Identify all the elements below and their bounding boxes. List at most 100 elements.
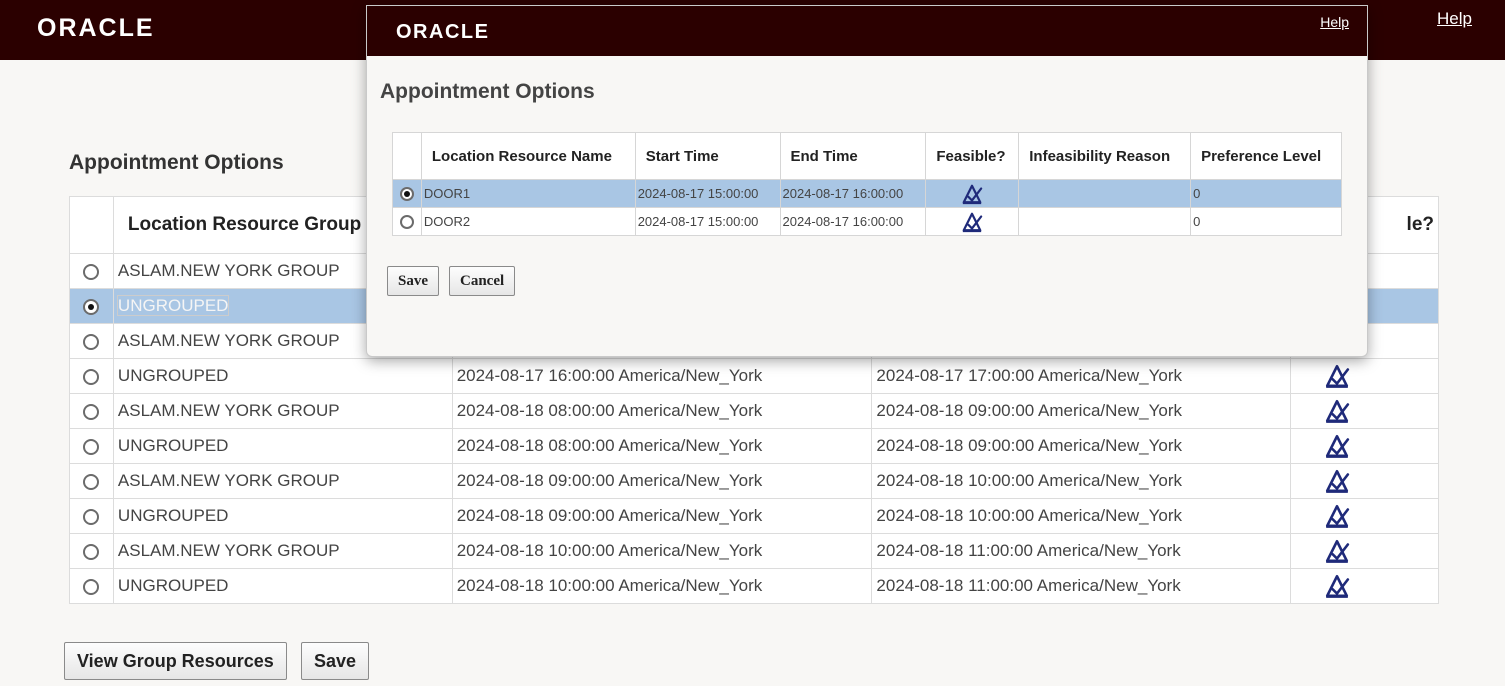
table-row[interactable]: ASLAM.NEW YORK GROUP 2024-08-18 09:00:00 … <box>69 463 1439 499</box>
feasible-icon <box>1325 539 1349 563</box>
table-row[interactable]: UNGROUPED 2024-08-18 09:00:00 America/New… <box>69 498 1439 534</box>
dialog-header-bar: ORACLE Help <box>367 6 1367 56</box>
feasible-icon <box>962 184 983 204</box>
dialog-row-select-cell <box>392 207 422 236</box>
dialog-title: Appointment Options <box>380 80 595 103</box>
dialog-save-button[interactable]: Save <box>387 266 439 296</box>
dialog-help-link[interactable]: Help <box>1320 14 1349 30</box>
end-time-cell: 2024-08-18 09:00:00 America/New_York <box>871 393 1292 429</box>
end-time-cell: 2024-08-17 17:00:00 America/New_York <box>871 358 1292 394</box>
location-resource-group-cell: UNGROUPED <box>112 568 453 604</box>
row-select-cell <box>69 358 114 394</box>
row-radio-button[interactable] <box>83 473 100 490</box>
dialog-column-header-end-time[interactable]: End Time <box>779 132 927 180</box>
table-row[interactable]: UNGROUPED 2024-08-17 16:00:00 America/New… <box>69 358 1439 394</box>
row-radio-button[interactable] <box>83 333 100 350</box>
dialog-column-header-preference-level[interactable]: Preference Level <box>1190 132 1342 180</box>
dialog-feasible-cell <box>925 179 1020 208</box>
table-row[interactable]: ASLAM.NEW YORK GROUP 2024-08-18 08:00:00 … <box>69 393 1439 429</box>
dialog-end-time-cell: 2024-08-17 16:00:00 <box>779 179 927 208</box>
view-group-resources-button[interactable]: View Group Resources <box>64 642 287 680</box>
dialog-column-header-location-resource-name[interactable]: Location Resource Name <box>420 132 636 180</box>
row-select-cell <box>69 568 114 604</box>
location-resource-group-value: UNGROUPED <box>116 295 230 316</box>
location-resource-group-value: UNGROUPED <box>117 366 229 385</box>
location-resource-group-value: UNGROUPED <box>117 506 229 525</box>
row-radio-button[interactable] <box>83 298 100 315</box>
dialog-column-header-start-time[interactable]: Start Time <box>634 132 781 180</box>
feasible-cell <box>1290 533 1439 569</box>
dialog-cancel-button[interactable]: Cancel <box>449 266 516 296</box>
dialog-table-row[interactable]: DOOR2 2024-08-17 15:00:00 2024-08-17 16:00… <box>392 207 1342 236</box>
dialog-row-radio-button[interactable] <box>399 215 414 230</box>
feasible-icon <box>1325 469 1349 493</box>
preference-level-cell: 0 <box>1190 207 1342 236</box>
preference-level-cell: 0 <box>1190 179 1342 208</box>
dialog-start-time-cell: 2024-08-17 15:00:00 <box>634 207 781 236</box>
dialog-column-header-infeasibility-reason[interactable]: Infeasibility Reason <box>1018 132 1192 180</box>
location-resource-group-cell: UNGROUPED <box>112 358 453 394</box>
appointment-options-dialog: ORACLE Help Appointment Options Location… <box>366 5 1368 357</box>
feasible-cell <box>1290 463 1439 499</box>
row-select-cell <box>69 498 114 534</box>
dialog-column-header-feasible[interactable]: Feasible? <box>925 132 1020 180</box>
save-button[interactable]: Save <box>301 642 370 680</box>
feasible-cell <box>1290 393 1439 429</box>
dialog-row-radio-button[interactable] <box>399 187 414 202</box>
row-radio-button[interactable] <box>83 368 100 385</box>
table-row[interactable]: UNGROUPED 2024-08-18 10:00:00 America/New… <box>69 568 1439 604</box>
end-time-cell: 2024-08-18 11:00:00 America/New_York <box>871 568 1292 604</box>
dialog-start-time-cell: 2024-08-17 15:00:00 <box>634 179 781 208</box>
location-resource-name-cell: DOOR2 <box>420 207 636 236</box>
start-time-cell: 2024-08-18 10:00:00 America/New_York <box>451 568 873 604</box>
dialog-table-header-row: Location Resource Name Start Time End Ti… <box>392 132 1342 180</box>
row-radio-button[interactable] <box>83 403 100 420</box>
start-time-cell: 2024-08-18 08:00:00 America/New_York <box>451 428 873 464</box>
feasible-icon <box>1325 504 1349 528</box>
dialog-row-select-cell <box>392 179 422 208</box>
help-link[interactable]: Help <box>1437 9 1472 29</box>
row-radio-button[interactable] <box>83 263 100 280</box>
start-time-cell: 2024-08-18 09:00:00 America/New_York <box>451 498 873 534</box>
location-resource-group-cell: ASLAM.NEW YORK GROUP <box>112 393 453 429</box>
location-resource-group-value: UNGROUPED <box>117 436 229 455</box>
dialog-column-header-select <box>392 132 422 180</box>
location-resource-group-cell: UNGROUPED <box>112 498 453 534</box>
location-resource-group-cell: UNGROUPED <box>112 428 453 464</box>
row-radio-button[interactable] <box>83 543 100 560</box>
oracle-logo: ORACLE <box>37 14 155 42</box>
location-resource-group-cell: ASLAM.NEW YORK GROUP <box>112 533 453 569</box>
dialog-oracle-logo: ORACLE <box>396 21 490 43</box>
location-resource-group-value: ASLAM.NEW YORK GROUP <box>117 541 340 560</box>
feasible-icon <box>1325 574 1349 598</box>
row-select-cell <box>69 463 114 499</box>
feasible-icon <box>1325 434 1349 458</box>
end-time-cell: 2024-08-18 10:00:00 America/New_York <box>871 463 1292 499</box>
location-resource-name-cell: DOOR1 <box>420 179 636 208</box>
dialog-end-time-cell: 2024-08-17 16:00:00 <box>779 207 927 236</box>
table-row[interactable]: UNGROUPED 2024-08-18 08:00:00 America/New… <box>69 428 1439 464</box>
location-resource-group-value: ASLAM.NEW YORK GROUP <box>117 401 340 420</box>
column-header-select <box>69 196 114 254</box>
feasible-cell <box>1290 568 1439 604</box>
row-select-cell <box>69 428 114 464</box>
dialog-table-row[interactable]: DOOR1 2024-08-17 15:00:00 2024-08-17 16:00… <box>392 179 1342 208</box>
table-row[interactable]: ASLAM.NEW YORK GROUP 2024-08-18 10:00:00 … <box>69 533 1439 569</box>
row-radio-button[interactable] <box>83 508 100 525</box>
infeasibility-reason-cell <box>1018 207 1192 236</box>
row-radio-button[interactable] <box>83 438 100 455</box>
start-time-cell: 2024-08-17 16:00:00 America/New_York <box>451 358 873 394</box>
end-time-cell: 2024-08-18 09:00:00 America/New_York <box>871 428 1292 464</box>
dialog-feasible-cell <box>925 207 1020 236</box>
page-title: Appointment Options <box>69 151 284 174</box>
row-select-cell <box>69 323 114 359</box>
start-time-cell: 2024-08-18 10:00:00 America/New_York <box>451 533 873 569</box>
infeasibility-reason-cell <box>1018 179 1192 208</box>
row-select-cell <box>69 533 114 569</box>
location-resource-group-value: ASLAM.NEW YORK GROUP <box>117 331 340 350</box>
end-time-cell: 2024-08-18 10:00:00 America/New_York <box>871 498 1292 534</box>
row-select-cell <box>69 288 114 324</box>
location-resource-group-value: UNGROUPED <box>117 576 229 595</box>
row-select-cell <box>69 253 114 289</box>
row-radio-button[interactable] <box>83 578 100 595</box>
